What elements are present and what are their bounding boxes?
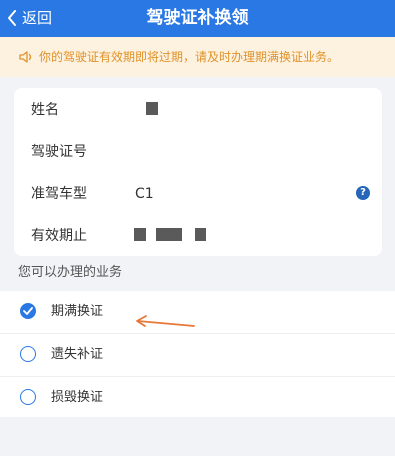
redacted-name <box>146 102 158 115</box>
expiry-notice: 你的驾驶证有效期即将过期，请及时办理期满换证业务。 <box>0 37 395 77</box>
radio-unchecked-icon[interactable] <box>20 389 36 405</box>
vehicle-type-row: 准驾车型 C1 ? <box>14 174 382 214</box>
valid-until-label: 有效期止 <box>31 228 87 244</box>
option-label: 遗失补证 <box>51 347 104 362</box>
nav-bar: 返回 驾驶证补换领 <box>0 0 395 37</box>
valid-until-row: 有效期止 <box>14 216 382 256</box>
back-button[interactable]: 返回 <box>6 6 52 30</box>
license-info-card: 姓名 驾驶证号 准驾车型 C1 ? 有效期止 <box>14 88 382 256</box>
vehicle-type-label: 准驾车型 <box>31 186 87 202</box>
option-renewal[interactable]: 期满换证 <box>0 291 395 333</box>
option-label: 期满换证 <box>51 304 104 319</box>
redacted-date-part <box>156 228 182 241</box>
notice-text: 你的驾驶证有效期即将过期，请及时办理期满换证业务。 <box>39 50 340 64</box>
option-label: 损毁换证 <box>51 390 104 405</box>
vehicle-type-value: C1 <box>135 186 154 202</box>
name-label: 姓名 <box>31 102 59 118</box>
option-damaged-replacement[interactable]: 损毁换证 <box>0 377 395 419</box>
page-title: 驾驶证补换领 <box>146 8 249 28</box>
name-row: 姓名 <box>14 90 382 130</box>
option-lost-replacement[interactable]: 遗失补证 <box>0 334 395 376</box>
license-number-label: 驾驶证号 <box>31 144 87 160</box>
back-label: 返回 <box>22 9 53 27</box>
redacted-date-part <box>195 228 206 241</box>
radio-unchecked-icon[interactable] <box>20 346 36 362</box>
service-options-list: 期满换证 遗失补证 损毁换证 <box>0 291 395 417</box>
chevron-left-icon <box>8 10 16 26</box>
license-number-row: 驾驶证号 <box>14 132 382 172</box>
question-icon[interactable]: ? <box>356 186 370 200</box>
speaker-icon <box>19 51 32 63</box>
services-section-title: 您可以办理的业务 <box>18 265 123 280</box>
radio-checked-icon[interactable] <box>20 303 36 319</box>
redacted-date-part <box>134 228 146 241</box>
checkmark-icon <box>23 307 33 315</box>
